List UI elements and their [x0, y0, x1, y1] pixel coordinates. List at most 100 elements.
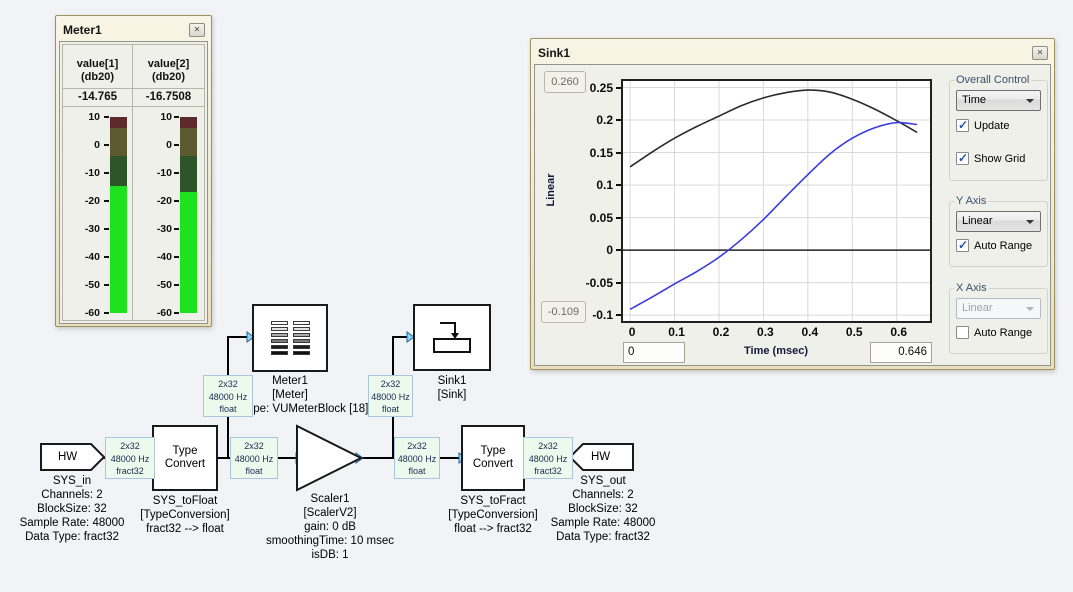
- meter-tick-label: -30: [85, 223, 100, 235]
- dropdown-value: Linear: [962, 215, 993, 227]
- y-auto-range-checkbox[interactable]: Auto Range: [956, 239, 1041, 252]
- vu-meter-1-bar: [110, 117, 127, 313]
- dropdown-value: Time: [962, 94, 986, 106]
- meter-tick-label: -10: [157, 167, 172, 179]
- meter-tick-mark: [104, 312, 109, 314]
- plot-area[interactable]: [621, 79, 932, 323]
- chevron-down-icon: [1026, 307, 1034, 311]
- meter-tick-mark: [174, 312, 179, 314]
- wire-info-box: 2x3248000 Hzfract32: [105, 437, 155, 479]
- meter-window-titlebar[interactable]: Meter1 ✕: [59, 19, 208, 41]
- checkbox-label: Auto Range: [974, 240, 1032, 252]
- chevron-down-icon: [1026, 99, 1034, 103]
- y-tick-label: -0.1: [592, 308, 613, 322]
- meter-tick-label: -50: [157, 279, 172, 291]
- meter-tick-mark: [174, 144, 179, 146]
- meter-window: Meter1 ✕ value[1](db20) value[2](db20) -…: [55, 15, 212, 327]
- meter-tick-label: 0: [166, 139, 172, 151]
- y-tick-label: 0.2: [596, 113, 613, 127]
- x-axis-legend: X Axis: [954, 282, 989, 294]
- meter-tick-mark: [174, 256, 179, 258]
- vu-meter-2-bar: [180, 117, 197, 313]
- overall-control-group: Overall Control Time Update Show Grid: [949, 74, 1048, 181]
- x-auto-range-checkbox[interactable]: Auto Range: [956, 326, 1041, 339]
- wire-info-box: 2x3248000 Hzfloat: [230, 437, 278, 479]
- x-tick-labels: 00.10.20.30.40.50.6: [623, 325, 934, 339]
- type-convert-1-block[interactable]: Type Convert: [152, 425, 218, 491]
- sink-window-titlebar[interactable]: Sink1 ✕: [534, 42, 1051, 64]
- meter-tick-mark: [104, 284, 109, 286]
- meter-table: value[1](db20) value[2](db20) -14.765 -1…: [62, 44, 205, 321]
- meter-bars-row: 100-10-20-30-40-50-60 100-10-20-30-40-50…: [63, 107, 204, 321]
- close-icon: ✕: [1037, 49, 1044, 57]
- curve-channel-2: [630, 123, 917, 310]
- meter-tick-mark: [104, 200, 109, 202]
- meter-col2-header: value[2](db20): [133, 45, 204, 88]
- close-button[interactable]: ✕: [1032, 46, 1048, 60]
- x-tick-label: 0.4: [801, 325, 818, 339]
- x-min-input[interactable]: 0: [623, 342, 685, 363]
- scaler-label: Scaler1[ScalerV2]gain: 0 dBsmoothingTime…: [266, 492, 394, 562]
- meter-tick-label: -20: [157, 195, 172, 207]
- wire-info-box: 2x3248000 Hzfloat: [368, 375, 413, 417]
- checkbox-icon: [956, 119, 969, 132]
- close-icon: ✕: [194, 26, 201, 34]
- y-axis-dropdown[interactable]: Linear: [956, 211, 1041, 232]
- x-tick-label: 0.3: [757, 325, 774, 339]
- hw-output-label: HW: [591, 451, 610, 463]
- meter-tick-label: -10: [85, 167, 100, 179]
- app-canvas: HW SYS_inChannels: 2BlockSize: 32Sample …: [0, 0, 1073, 592]
- meter-tick-label: -60: [85, 307, 100, 319]
- wire-info-box: 2x3248000 Hzfloat: [203, 375, 253, 417]
- meter-window-title: Meter1: [63, 23, 102, 37]
- y-axis-label: Linear: [545, 160, 557, 220]
- meter-tick-label: -30: [157, 223, 172, 235]
- x-tick-label: 0: [629, 325, 636, 339]
- meter-tick-mark: [104, 144, 109, 146]
- y-tick-labels: 0.250.20.150.10.050-0.05-0.1: [571, 79, 621, 323]
- meter-tick-mark: [174, 228, 179, 230]
- y-axis-legend: Y Axis: [954, 195, 988, 207]
- x-tick-label: 0.1: [668, 325, 685, 339]
- overall-control-legend: Overall Control: [954, 74, 1031, 86]
- meter-tick-mark: [104, 172, 109, 174]
- sink-block[interactable]: [413, 304, 491, 371]
- type-convert-2-block[interactable]: Type Convert: [461, 425, 525, 491]
- meter-tick-mark: [174, 116, 179, 118]
- meter-tick-label: -40: [85, 251, 100, 263]
- meter-tick-label: 10: [88, 111, 100, 123]
- y-tick-label: -0.05: [586, 276, 613, 290]
- show-grid-checkbox[interactable]: Show Grid: [956, 152, 1041, 165]
- sys-out-label: SYS_outChannels: 2BlockSize: 32Sample Ra…: [551, 474, 656, 544]
- y-tick-label: 0.25: [590, 81, 613, 95]
- dropdown-value: Linear: [962, 302, 993, 314]
- sink-icon: [420, 311, 484, 365]
- y-axis-group: Y Axis Linear Auto Range: [949, 195, 1048, 267]
- chevron-down-icon: [1026, 220, 1034, 224]
- meter-header-row: value[1](db20) value[2](db20): [63, 45, 204, 89]
- meter-tick-label: -40: [157, 251, 172, 263]
- meter-block[interactable]: [252, 304, 328, 372]
- meter-tick-mark: [104, 228, 109, 230]
- x-max-input[interactable]: 0.646: [870, 342, 932, 363]
- x-tick-label: 0.2: [713, 325, 730, 339]
- overall-control-dropdown[interactable]: Time: [956, 90, 1041, 111]
- checkbox-icon: [956, 152, 969, 165]
- vu-meter-1[interactable]: 100-10-20-30-40-50-60: [63, 107, 133, 321]
- y-tick-label: 0.15: [590, 146, 613, 160]
- meter-tick-label: -60: [157, 307, 172, 319]
- meter-tick-label: -20: [85, 195, 100, 207]
- sys-in-label: SYS_inChannels: 2BlockSize: 32Sample Rat…: [20, 474, 125, 544]
- vu-meter-2[interactable]: 100-10-20-30-40-50-60: [133, 107, 204, 321]
- sys-tofract-label: SYS_toFract[TypeConversion]float --> fra…: [448, 494, 538, 536]
- vu-meter-icon: [271, 321, 310, 355]
- meter-col2-value: -16.7508: [133, 89, 204, 106]
- type-convert-1-text: Type Convert: [160, 445, 210, 471]
- x-axis-label: Time (msec): [690, 345, 862, 357]
- sink-window-title: Sink1: [538, 46, 570, 60]
- checkbox-icon: [956, 326, 969, 339]
- update-checkbox[interactable]: Update: [956, 119, 1041, 132]
- close-button[interactable]: ✕: [189, 23, 205, 37]
- sink-window: Sink1 ✕ 0.260 Linear -0.109 0.250.20.150…: [530, 38, 1055, 370]
- scaler-block[interactable]: [295, 424, 365, 492]
